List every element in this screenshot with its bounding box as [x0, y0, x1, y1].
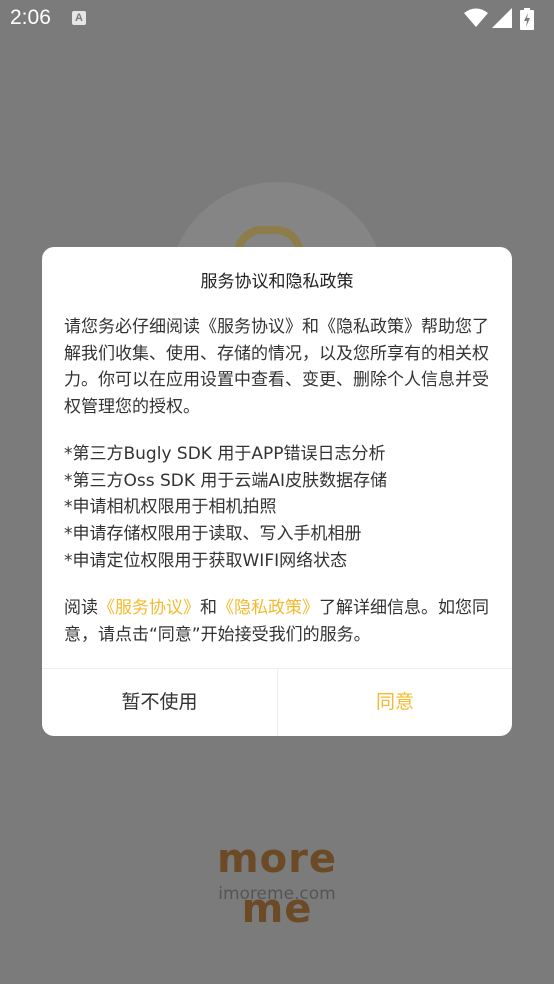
- service-agreement-link[interactable]: 《服务协议》: [98, 598, 200, 618]
- status-bar: 2:06 A: [0, 0, 554, 38]
- brand-domain: imoreme.com: [218, 884, 336, 904]
- permission-item: *申请相机权限用于相机拍照: [64, 497, 277, 518]
- screen: 2:06 A 服务协议和隐私政策 请您务必仔细阅读《服务协议》和《隐私政策》帮助…: [0, 0, 554, 984]
- dialog-title: 服务协议和隐私政策: [200, 272, 354, 292]
- footer-prefix: 阅读: [64, 598, 98, 618]
- permission-item: *申请定位权限用于获取WIFI网络状态: [64, 550, 348, 571]
- signal-icon: [492, 8, 512, 28]
- notification-a-icon: A: [72, 11, 86, 25]
- dialog-intro-text: 请您务必仔细阅读《服务协议》和《隐私政策》帮助您了解我们收集、使用、存储的情况，…: [64, 317, 489, 418]
- status-icons: [464, 8, 544, 30]
- permission-item: *第三方Oss SDK 用于云端AI皮肤数据存储: [64, 470, 388, 491]
- battery-icon: [520, 8, 534, 30]
- status-time: 2:06: [10, 6, 51, 29]
- agree-button[interactable]: 同意: [278, 669, 512, 736]
- dialog-footer-text: 阅读《服务协议》和《隐私政策》了解详细信息。如您同意，请点击“同意”开始接受我们…: [64, 595, 494, 648]
- decline-button[interactable]: 暂不使用: [42, 669, 277, 736]
- privacy-policy-link[interactable]: 《隐私政策》: [217, 598, 319, 618]
- brand-logo: more me: [216, 836, 337, 932]
- permission-list: *第三方Bugly SDK 用于APP错误日志分析 *第三方Oss SDK 用于…: [64, 441, 494, 575]
- permission-item: *第三方Bugly SDK 用于APP错误日志分析: [64, 444, 386, 464]
- footer-and: 和: [200, 598, 217, 618]
- privacy-dialog: 服务协议和隐私政策 请您务必仔细阅读《服务协议》和《隐私政策》帮助您了解我们收集…: [42, 247, 512, 736]
- wifi-icon: [464, 8, 488, 27]
- permission-item: *申请存储权限用于读取、写入手机相册: [64, 524, 362, 545]
